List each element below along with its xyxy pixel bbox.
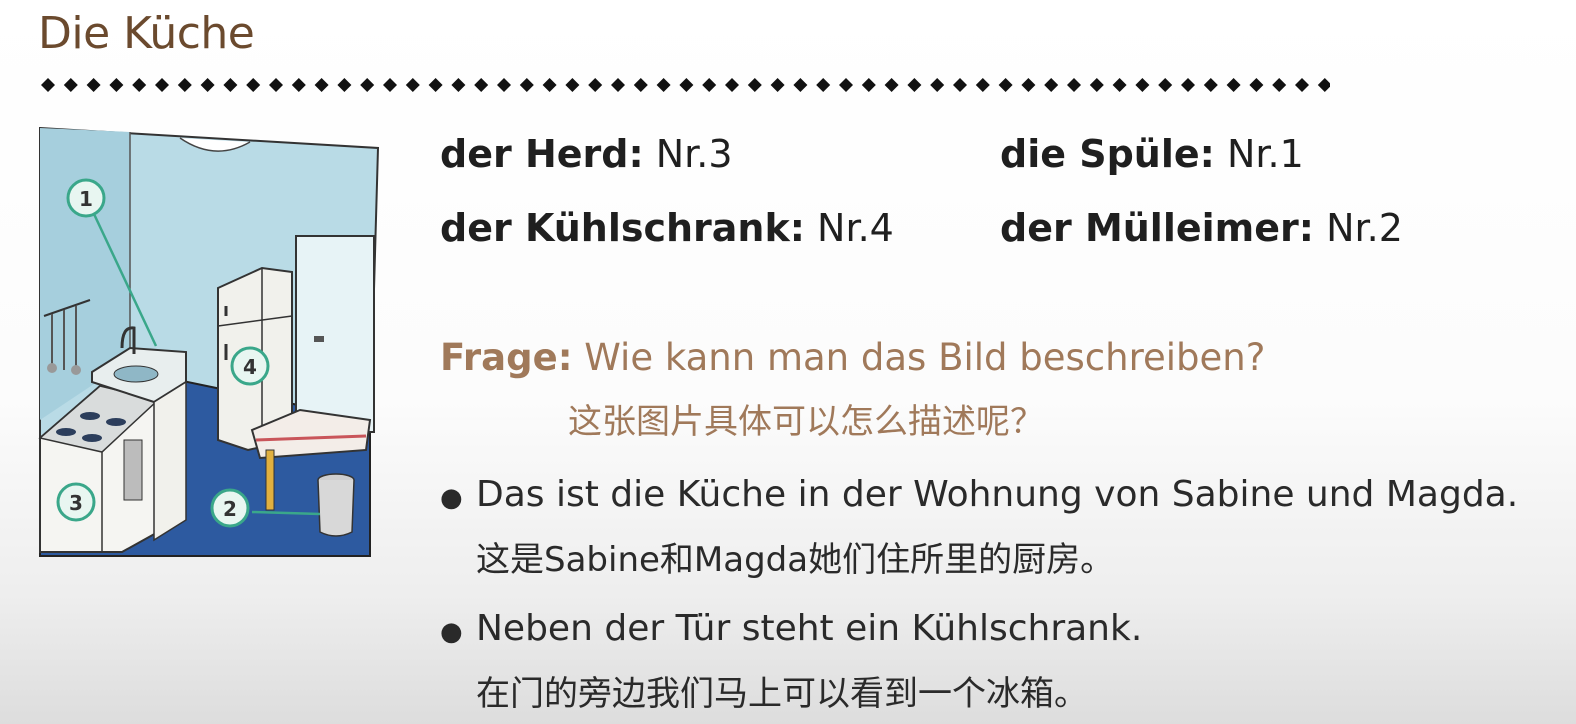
- divider-diamond: [1317, 78, 1330, 92]
- slide-title: Die Küche: [38, 8, 255, 59]
- divider-diamond: [1021, 78, 1036, 92]
- vocab-term: der Mülleimer:: [1000, 206, 1314, 250]
- svg-text:4: 4: [243, 355, 257, 379]
- statement-2: ● Neben der Tür steht ein Kühlschrank.: [440, 608, 1142, 649]
- divider-diamond: [542, 78, 557, 92]
- divider-diamond: [565, 78, 580, 92]
- divider-diamond: [1158, 78, 1173, 92]
- statement-2-translation: 在门的旁边我们马上可以看到一个冰箱。: [476, 674, 1088, 714]
- divider-diamond: [360, 78, 375, 92]
- divider-diamond: [223, 78, 238, 92]
- kitchen-illustration: 1 4 3 2: [38, 126, 380, 557]
- divider-diamond: [383, 78, 397, 92]
- svg-text:1: 1: [79, 187, 93, 211]
- divider-diamond: [41, 78, 55, 92]
- divider-diamond: [109, 78, 124, 92]
- divider-diamond: [1181, 78, 1195, 92]
- vocab-term: die Spüle:: [1000, 132, 1215, 176]
- divider-diamond: [1135, 78, 1150, 92]
- divider-diamond: [679, 78, 694, 92]
- marker-4: 4: [230, 346, 270, 386]
- marker-3: 3: [56, 482, 96, 522]
- statement-german: Das ist die Küche in der Wohnung von Sab…: [476, 474, 1519, 515]
- divider-diamond: [702, 78, 717, 92]
- divider-diamond: [816, 78, 831, 92]
- divider-diamond: [246, 78, 261, 92]
- divider-diamond: [953, 78, 967, 92]
- divider-diamond: [907, 78, 922, 92]
- svg-text:2: 2: [223, 497, 237, 521]
- vocab-number: Nr.3: [655, 132, 733, 176]
- marker-1: 1: [66, 178, 106, 218]
- divider-diamond: [1112, 78, 1127, 92]
- divider-diamond: [611, 78, 625, 92]
- divider-diamond: [132, 78, 147, 92]
- bullet-icon: ●: [440, 483, 463, 513]
- svg-text:3: 3: [69, 491, 83, 515]
- divider-diamond: [1272, 78, 1287, 92]
- divider-diamond: [1226, 78, 1241, 92]
- divider-diamond: [770, 78, 785, 92]
- vocab-kuehlschrank: der Kühlschrank: Nr.4: [440, 206, 894, 250]
- divider-diamond: [725, 78, 739, 92]
- divider-diamond: [861, 78, 876, 92]
- divider-diamond: [337, 78, 352, 92]
- divider-diamond: [633, 78, 648, 92]
- divider-diamond: [451, 78, 466, 92]
- diamond-divider: [41, 78, 1330, 92]
- marker-2: 2: [210, 488, 250, 528]
- divider-diamond: [930, 78, 945, 92]
- statement-1-translation: 这是Sabine和Magda她们住所里的厨房。: [476, 540, 1115, 580]
- vocab-term: der Kühlschrank:: [440, 206, 805, 250]
- divider-diamond: [428, 78, 443, 92]
- divider-diamond: [1067, 78, 1081, 92]
- vocab-number: Nr.2: [1326, 206, 1403, 250]
- divider-diamond: [1203, 78, 1218, 92]
- divider-diamond: [1044, 78, 1059, 92]
- vocab-term: der Herd:: [440, 132, 644, 176]
- divider-diamond: [177, 78, 192, 92]
- vocab-number: Nr.1: [1226, 132, 1304, 176]
- divider-diamond: [747, 78, 762, 92]
- divider-diamond: [839, 78, 853, 92]
- divider-diamond: [588, 78, 603, 92]
- divider-diamond: [497, 78, 511, 92]
- divider-diamond: [405, 78, 420, 92]
- divider-diamond: [519, 78, 534, 92]
- vocab-spuele: die Spüle: Nr.1: [1000, 132, 1304, 176]
- divider-diamond: [155, 78, 169, 92]
- divider-diamond: [1089, 78, 1104, 92]
- divider-diamond: [63, 78, 78, 92]
- question-translation: 这张图片具体可以怎么描述呢？: [568, 402, 1044, 442]
- trash-bin-icon: [317, 479, 355, 537]
- divider-diamond: [269, 78, 283, 92]
- divider-diamond: [656, 78, 671, 92]
- vocab-herd: der Herd: Nr.3: [440, 132, 733, 176]
- vocab-number: Nr.4: [817, 206, 894, 250]
- divider-diamond: [793, 78, 808, 92]
- bullet-icon: ●: [440, 617, 463, 647]
- statement-1: ● Das ist die Küche in der Wohnung von Sa…: [440, 474, 1518, 515]
- divider-diamond: [1295, 78, 1309, 92]
- divider-diamond: [884, 78, 899, 92]
- divider-diamond: [998, 78, 1013, 92]
- vocab-muelleimer: der Mülleimer: Nr.2: [1000, 206, 1403, 250]
- divider-diamond: [200, 78, 215, 92]
- divider-diamond: [474, 78, 489, 92]
- divider-diamond: [291, 78, 306, 92]
- divider-diamond: [975, 78, 990, 92]
- divider-diamond: [314, 78, 329, 92]
- divider-diamond: [86, 78, 101, 92]
- door-icon: [295, 235, 375, 433]
- divider-diamond: [1249, 78, 1264, 92]
- statement-german: Neben der Tür steht ein Kühlschrank.: [476, 608, 1143, 649]
- question-label: Frage:: [440, 336, 573, 379]
- question-text: Wie kann man das Bild beschreiben?: [584, 336, 1266, 379]
- question: Frage: Wie kann man das Bild beschreiben…: [440, 336, 1265, 379]
